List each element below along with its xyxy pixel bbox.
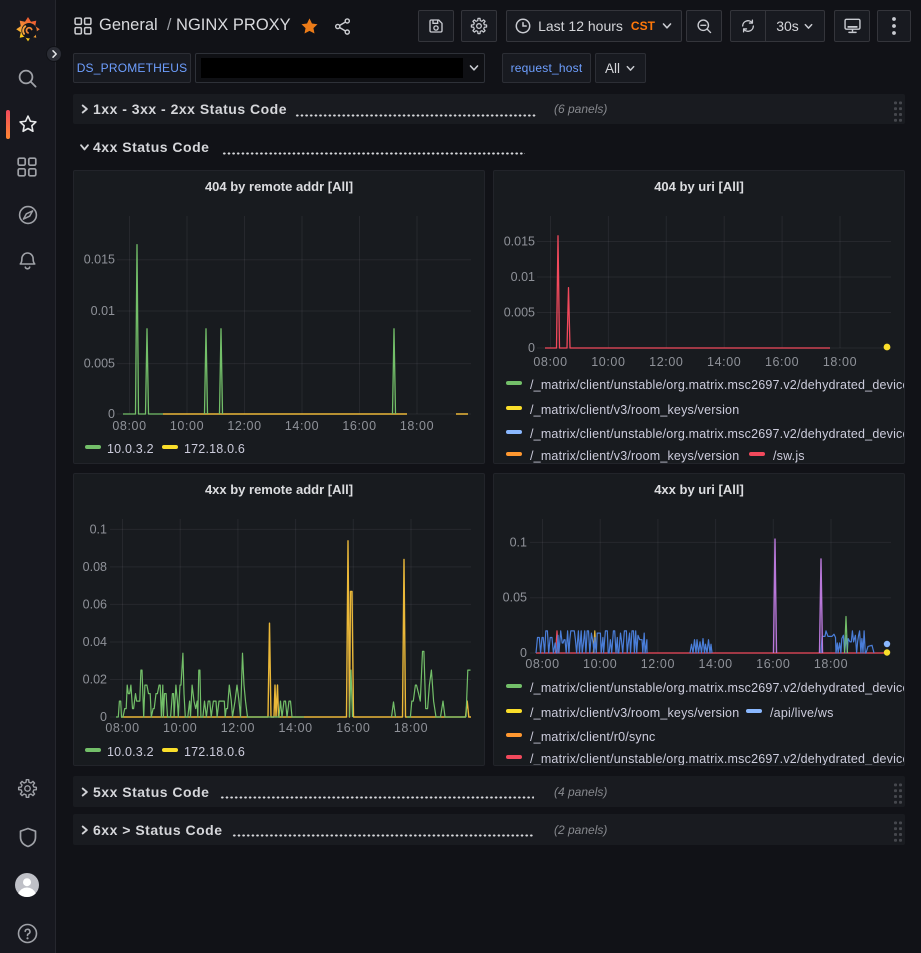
- svg-text:/_matrix/client/unstable/org.m: /_matrix/client/unstable/org.matrix.msc2…: [530, 752, 904, 765]
- svg-text:0.05: 0.05: [503, 591, 527, 605]
- svg-text:0.005: 0.005: [84, 357, 115, 371]
- svg-text:0.06: 0.06: [83, 597, 107, 611]
- svg-text:10:00: 10:00: [591, 355, 625, 369]
- svg-text:16:00: 16:00: [342, 419, 376, 433]
- svg-text:0.08: 0.08: [83, 560, 107, 574]
- svg-text:18:00: 18:00: [394, 721, 428, 735]
- svg-text:10.0.3.2: 10.0.3.2: [107, 745, 154, 759]
- svg-text:/api/live/ws: /api/live/ws: [770, 706, 834, 720]
- svg-text:/_matrix/client/unstable/org.m: /_matrix/client/unstable/org.matrix.msc2…: [530, 681, 904, 695]
- svg-text:12:00: 12:00: [227, 419, 261, 433]
- svg-text:0.1: 0.1: [90, 522, 107, 536]
- svg-text:/_matrix/client/v3/room_keys/v: /_matrix/client/v3/room_keys/version: [530, 706, 739, 720]
- svg-text:0.01: 0.01: [511, 270, 535, 284]
- svg-text:18:00: 18:00: [814, 657, 848, 671]
- svg-text:12:00: 12:00: [649, 355, 683, 369]
- svg-text:/_matrix/client/unstable/org.m: /_matrix/client/unstable/org.matrix.msc2…: [530, 427, 904, 441]
- svg-text:0.005: 0.005: [504, 306, 535, 320]
- svg-text:0.04: 0.04: [83, 635, 107, 649]
- svg-text:0.01: 0.01: [91, 304, 115, 318]
- svg-text:172.18.0.6: 172.18.0.6: [184, 442, 245, 456]
- svg-text:0.015: 0.015: [504, 235, 535, 249]
- svg-text:/_matrix/client/v3/room_keys/v: /_matrix/client/v3/room_keys/version: [530, 403, 739, 417]
- svg-text:14:00: 14:00: [698, 657, 732, 671]
- svg-text:08:00: 08:00: [533, 355, 567, 369]
- svg-text:0.02: 0.02: [83, 673, 107, 687]
- svg-text:12:00: 12:00: [221, 721, 255, 735]
- svg-text:10.0.3.2: 10.0.3.2: [107, 442, 154, 456]
- svg-text:08:00: 08:00: [525, 657, 559, 671]
- svg-text:/_matrix/client/unstable/org.m: /_matrix/client/unstable/org.matrix.msc2…: [530, 378, 904, 392]
- svg-text:/_matrix/client/r0/sync: /_matrix/client/r0/sync: [530, 730, 655, 744]
- svg-text:172.18.0.6: 172.18.0.6: [184, 745, 245, 759]
- svg-text:16:00: 16:00: [336, 721, 370, 735]
- svg-text:10:00: 10:00: [583, 657, 617, 671]
- svg-text:16:00: 16:00: [756, 657, 790, 671]
- svg-text:/_matrix/client/v3/room_keys/v: /_matrix/client/v3/room_keys/version: [530, 449, 739, 463]
- svg-text:10:00: 10:00: [170, 419, 204, 433]
- svg-text:10:00: 10:00: [163, 721, 197, 735]
- svg-text:08:00: 08:00: [112, 419, 146, 433]
- svg-text:18:00: 18:00: [400, 419, 434, 433]
- svg-text:08:00: 08:00: [105, 721, 139, 735]
- svg-text:18:00: 18:00: [823, 355, 857, 369]
- svg-text:12:00: 12:00: [641, 657, 675, 671]
- svg-text:/sw.js: /sw.js: [773, 449, 805, 463]
- svg-text:0.1: 0.1: [510, 535, 527, 549]
- svg-text:14:00: 14:00: [285, 419, 319, 433]
- svg-text:16:00: 16:00: [765, 355, 799, 369]
- svg-text:0: 0: [528, 341, 535, 355]
- svg-text:14:00: 14:00: [707, 355, 741, 369]
- svg-text:0.015: 0.015: [84, 253, 115, 267]
- svg-text:14:00: 14:00: [278, 721, 312, 735]
